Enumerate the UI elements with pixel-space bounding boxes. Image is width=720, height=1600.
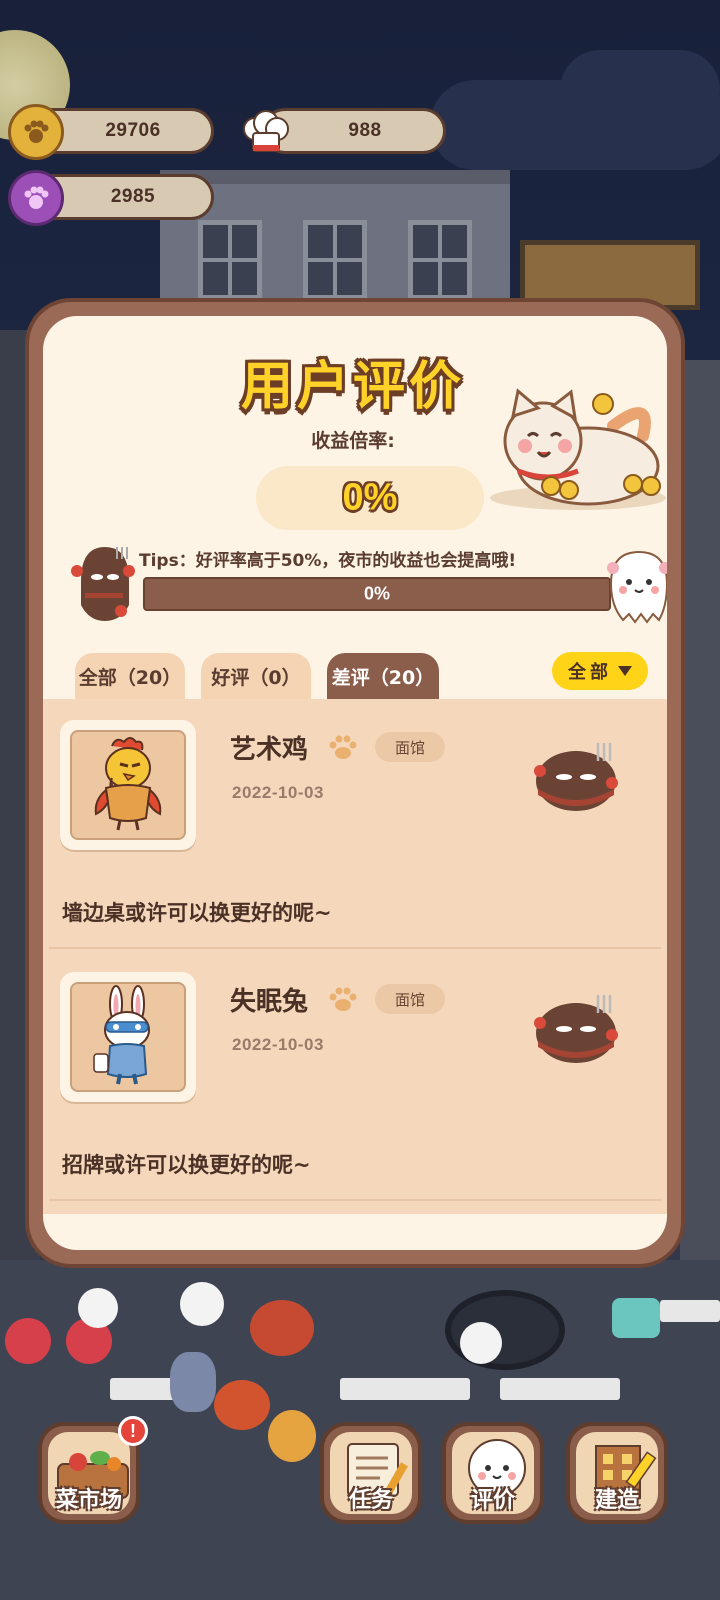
filter-dropdown[interactable]: 全部: [552, 652, 648, 690]
shop-tag: 面馆: [375, 984, 445, 1014]
chef-hat-icon: [238, 106, 294, 162]
review-comment: 招牌或许可以换更好的呢~: [62, 1153, 311, 1177]
reviews-dialog: 用户评价 收益倍率: 0% Tips：好评率高于50%，夜市的收益也会提高哦! …: [25, 298, 685, 1268]
penguin-customer: [268, 1410, 316, 1462]
good-review-mascot-icon: [605, 546, 667, 626]
ghost-customer: [180, 1282, 224, 1326]
purple-paw-value: 2985: [110, 186, 156, 207]
right-wall: [680, 360, 720, 1260]
reviewer-name: 艺术鸡: [230, 735, 309, 765]
review-date: 2022-10-03: [232, 783, 324, 802]
earning-rate-label: 收益倍率:: [311, 430, 395, 452]
ghost-customer: [460, 1322, 502, 1364]
market-notification-badge: !: [118, 1416, 148, 1446]
paw-icon: [329, 735, 357, 759]
filter-label: 全部: [568, 662, 612, 683]
bad-rating-face-icon: [534, 995, 618, 1063]
paw-coin-icon: [8, 104, 64, 160]
bad-rating-face-icon: [534, 743, 618, 811]
review-comment: 墙边桌或许可以换更好的呢~: [62, 901, 332, 925]
ghost-customer: [78, 1288, 118, 1328]
chicken-avatar-icon: [94, 737, 162, 831]
review-item: 失眠兔 面馆 2022-10-03 招牌或许可以换更好的呢~: [49, 951, 661, 1201]
earning-rate-box: 0%: [256, 466, 484, 530]
reviews-dialog-panel: 用户评价 收益倍率: 0% Tips：好评率高于50%，夜市的收益也会提高哦! …: [43, 316, 667, 1250]
reviewer-avatar: [60, 720, 196, 850]
review-date: 2022-10-03: [232, 1035, 324, 1054]
tab-good[interactable]: 好评（0）: [201, 653, 311, 699]
tv-customer: [612, 1298, 660, 1338]
good-review-progress-bar: 0%: [143, 577, 611, 611]
bad-review-mascot-icon: [67, 541, 139, 627]
chef-hat-value: 988: [348, 120, 382, 141]
earning-rate-value: 0%: [342, 476, 398, 519]
tasks-button[interactable]: 任务: [320, 1422, 422, 1524]
rabbit-avatar-icon: [93, 985, 150, 1085]
tab-bad[interactable]: 差评（20）: [327, 653, 439, 699]
reviews-label: 评价: [470, 1488, 515, 1513]
paw-icon: [329, 987, 357, 1011]
tab-all[interactable]: 全部（20）: [75, 653, 185, 699]
paw-coin-value: 29706: [105, 120, 161, 141]
review-list[interactable]: 艺术鸡 面馆 2022-10-03 墙边桌或许可以换更好的呢~ 失眠兔 面馆 2…: [43, 699, 667, 1214]
crab-customer: [214, 1380, 270, 1430]
tips-text: Tips：好评率高于50%，夜市的收益也会提高哦!: [139, 551, 517, 571]
market-label: 菜市场: [55, 1488, 122, 1513]
reviewer-name: 失眠兔: [230, 987, 309, 1017]
octopus-customer: [5, 1318, 51, 1364]
shop-tag: 面馆: [375, 732, 445, 762]
build-label: 建造: [594, 1488, 639, 1513]
elephant-customer: [170, 1352, 216, 1412]
progress-percent: 0%: [363, 583, 390, 604]
triangle-down-icon: [618, 666, 632, 676]
review-item: 艺术鸡 面馆 2022-10-03 墙边桌或许可以换更好的呢~: [49, 699, 661, 949]
cloud: [560, 50, 720, 130]
reviewer-avatar: [60, 972, 196, 1102]
build-button[interactable]: 建造: [566, 1422, 668, 1524]
crab-customer: [250, 1300, 314, 1356]
purple-paw-icon: [8, 170, 64, 226]
reviews-button[interactable]: 评价: [442, 1422, 544, 1524]
tasks-label: 任务: [348, 1488, 393, 1513]
